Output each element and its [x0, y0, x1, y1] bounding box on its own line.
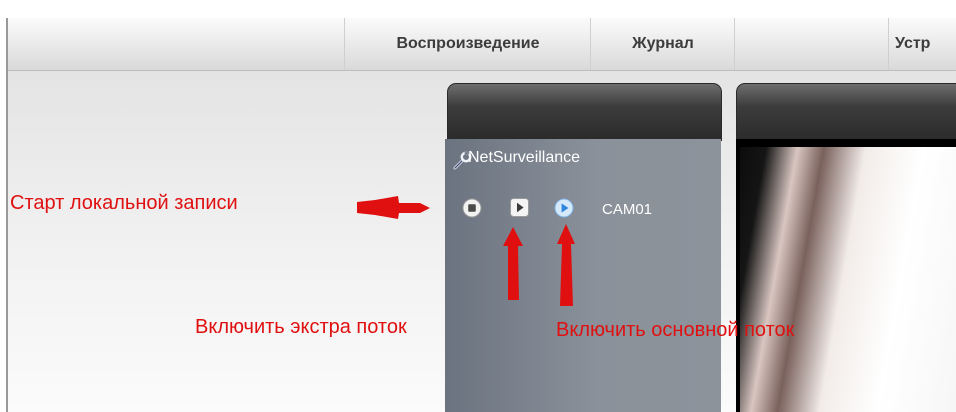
arrow-to-extra-stream	[503, 227, 523, 300]
arrow-to-main-stream	[557, 224, 575, 306]
annotation-arrows	[357, 196, 575, 306]
arrow-to-record	[357, 196, 430, 219]
